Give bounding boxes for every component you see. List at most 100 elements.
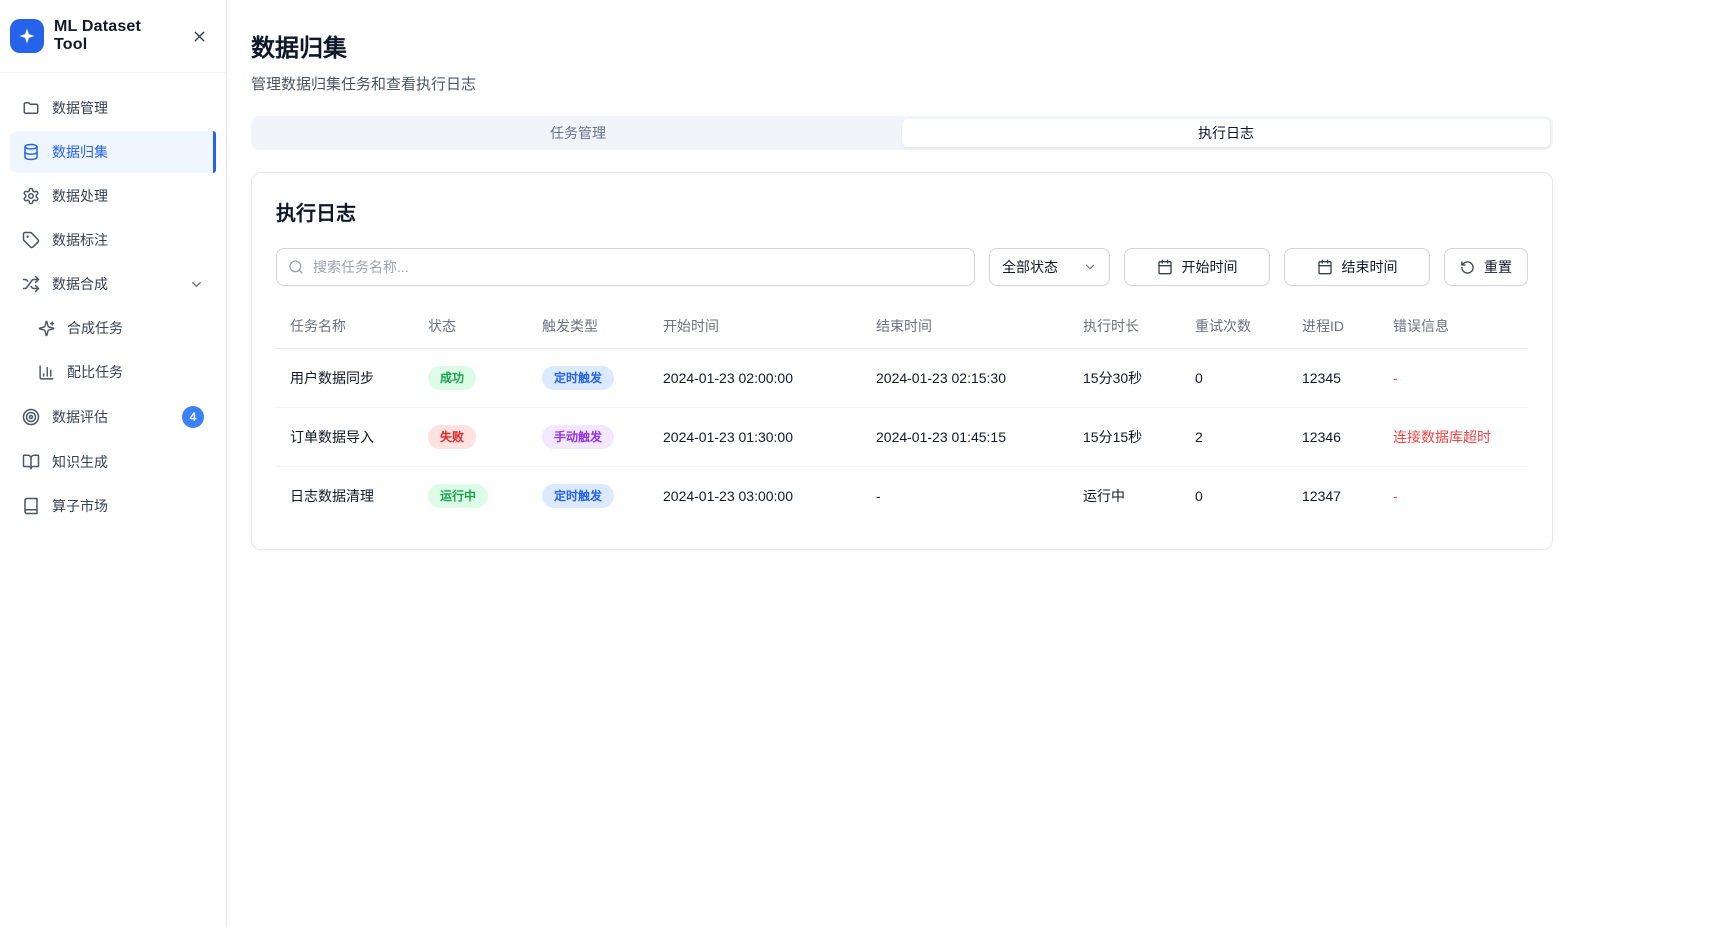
trigger-badge: 手动触发	[542, 425, 614, 449]
app-title: ML Dataset Tool	[54, 18, 177, 54]
end-time-label: 结束时间	[1342, 257, 1398, 277]
sidebar-item-label: 数据归集	[52, 142, 108, 162]
chevron-down-icon	[189, 277, 204, 292]
sidebar-item-data-labeling[interactable]: 数据标注	[10, 219, 216, 261]
panel-title: 执行日志	[276, 197, 1528, 226]
cell-start-time: 2024-01-23 01:30:00	[649, 408, 862, 467]
cell-duration: 15分15秒	[1069, 408, 1181, 467]
calendar-icon	[1157, 259, 1173, 275]
sparkle-icon	[18, 27, 36, 45]
sidebar-header: ML Dataset Tool	[0, 0, 226, 73]
col-process-id: 进程ID	[1288, 304, 1379, 349]
cell-status: 失败	[414, 408, 528, 467]
status-filter-value: 全部状态	[1002, 257, 1058, 277]
sidebar-item-label: 数据评估	[52, 407, 108, 427]
sidebar-item-label: 合成任务	[67, 318, 123, 338]
sidebar: ML Dataset Tool 数据管理 数据归集 数据处理	[0, 0, 227, 927]
cell-error: 连接数据库超时	[1379, 408, 1528, 467]
cell-status: 运行中	[414, 467, 528, 526]
sidebar-item-label: 数据管理	[52, 98, 108, 118]
search-icon	[288, 259, 304, 275]
status-badge: 运行中	[428, 484, 488, 508]
col-trigger-type: 触发类型	[528, 304, 649, 349]
trigger-badge: 定时触发	[542, 484, 614, 508]
col-start-time: 开始时间	[649, 304, 862, 349]
sidebar-item-data-collection[interactable]: 数据归集	[10, 131, 216, 173]
status-badge: 成功	[428, 366, 476, 390]
cell-task-name: 订单数据导入	[276, 408, 414, 467]
calendar-icon	[1317, 259, 1333, 275]
cell-duration: 运行中	[1069, 467, 1181, 526]
cell-trigger: 定时触发	[528, 467, 649, 526]
folder-icon	[22, 99, 40, 117]
sidebar-item-synthesis-task[interactable]: 合成任务	[10, 307, 216, 349]
end-time-button[interactable]: 结束时间	[1284, 248, 1430, 286]
sidebar-close-button[interactable]	[187, 24, 212, 49]
cell-trigger: 手动触发	[528, 408, 649, 467]
col-end-time: 结束时间	[862, 304, 1069, 349]
sidebar-item-data-synthesis[interactable]: 数据合成	[10, 263, 216, 305]
execution-logs-panel: 执行日志 全部状态	[251, 172, 1553, 550]
cell-error: -	[1379, 349, 1528, 408]
sidebar-item-operator-market[interactable]: 算子市场	[10, 485, 216, 527]
cell-task-name: 日志数据清理	[276, 467, 414, 526]
tab-bar: 任务管理 执行日志	[251, 116, 1553, 150]
sidebar-item-knowledge-generation[interactable]: 知识生成	[10, 441, 216, 483]
cell-end-time: 2024-01-23 01:45:15	[862, 408, 1069, 467]
cell-retries: 0	[1181, 349, 1288, 408]
search-input[interactable]	[276, 248, 975, 286]
status-badge: 失败	[428, 425, 476, 449]
target-icon	[22, 408, 40, 426]
cell-retries: 2	[1181, 408, 1288, 467]
sidebar-item-data-evaluation[interactable]: 数据评估 4	[10, 395, 216, 439]
page-subtitle: 管理数据归集任务和查看执行日志	[251, 73, 1553, 94]
cell-trigger: 定时触发	[528, 349, 649, 408]
cell-end-time: 2024-01-23 02:15:30	[862, 349, 1069, 408]
table-row: 用户数据同步 成功 定时触发 2024-01-23 02:00:00 2024-…	[276, 349, 1528, 408]
bar-chart-icon	[38, 364, 55, 381]
sidebar-item-label: 算子市场	[52, 496, 108, 516]
table-header-row: 任务名称 状态 触发类型 开始时间 结束时间 执行时长 重试次数 进程ID 错误…	[276, 304, 1528, 349]
cell-error: -	[1379, 467, 1528, 526]
sidebar-item-label: 数据处理	[52, 186, 108, 206]
book-icon	[22, 497, 40, 515]
sidebar-item-label: 知识生成	[52, 452, 108, 472]
col-error-message: 错误信息	[1379, 304, 1528, 349]
sidebar-item-ratio-task[interactable]: 配比任务	[10, 351, 216, 393]
search-field-wrapper	[276, 248, 975, 286]
start-time-button[interactable]: 开始时间	[1124, 248, 1270, 286]
col-duration: 执行时长	[1069, 304, 1181, 349]
tab-task-management[interactable]: 任务管理	[254, 119, 902, 147]
status-filter-select[interactable]: 全部状态	[989, 248, 1110, 286]
sidebar-item-label: 数据合成	[52, 274, 108, 294]
reset-label: 重置	[1484, 257, 1512, 277]
table-row: 日志数据清理 运行中 定时触发 2024-01-23 03:00:00 - 运行…	[276, 467, 1528, 526]
col-status: 状态	[414, 304, 528, 349]
cell-pid: 12347	[1288, 467, 1379, 526]
cell-task-name: 用户数据同步	[276, 349, 414, 408]
main-content: 数据归集 管理数据归集任务和查看执行日志 任务管理 执行日志 执行日志 全部状态	[227, 0, 1711, 927]
cell-start-time: 2024-01-23 02:00:00	[649, 349, 862, 408]
sidebar-item-label: 配比任务	[67, 362, 123, 382]
trigger-badge: 定时触发	[542, 366, 614, 390]
cell-duration: 15分30秒	[1069, 349, 1181, 408]
sidebar-item-data-management[interactable]: 数据管理	[10, 87, 216, 129]
sparkles-icon	[38, 320, 55, 337]
reset-button[interactable]: 重置	[1444, 248, 1528, 286]
cell-end-time: -	[862, 467, 1069, 526]
cell-start-time: 2024-01-23 03:00:00	[649, 467, 862, 526]
reset-icon	[1460, 260, 1475, 275]
book-open-icon	[22, 453, 40, 471]
page-title: 数据归集	[251, 28, 1553, 63]
shuffle-icon	[22, 275, 40, 293]
sidebar-nav: 数据管理 数据归集 数据处理 数据标注 数据合成	[0, 73, 226, 543]
close-icon	[191, 28, 208, 45]
cell-status: 成功	[414, 349, 528, 408]
chevron-down-icon	[1083, 260, 1097, 274]
tab-execution-logs[interactable]: 执行日志	[902, 119, 1550, 147]
evaluation-count-badge: 4	[182, 406, 204, 428]
sidebar-item-data-processing[interactable]: 数据处理	[10, 175, 216, 217]
sidebar-item-label: 数据标注	[52, 230, 108, 250]
cell-pid: 12346	[1288, 408, 1379, 467]
tag-icon	[22, 231, 40, 249]
